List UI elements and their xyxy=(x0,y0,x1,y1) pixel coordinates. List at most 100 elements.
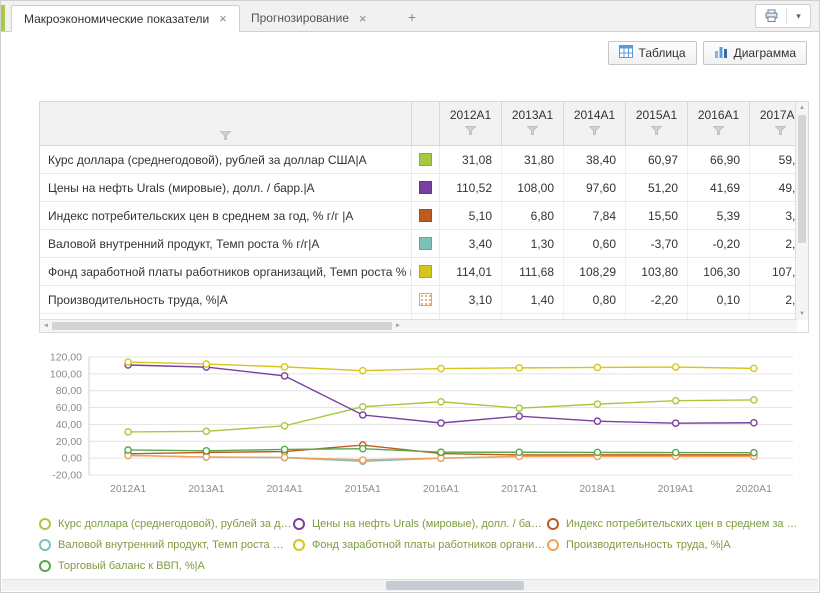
row-label-cell[interactable]: Валовой внутренний продукт, Темп роста %… xyxy=(40,230,412,257)
data-point-marker xyxy=(125,429,131,435)
tab-close-icon[interactable]: × xyxy=(219,12,227,25)
value-cell[interactable]: 38,40 xyxy=(564,146,626,173)
legend-item[interactable]: Индекс потребительских цен в среднем за … xyxy=(547,513,801,534)
value-cell[interactable]: 31,08 xyxy=(440,146,502,173)
value-cell[interactable]: 108,29 xyxy=(564,258,626,285)
table-header-row: 2012A12013A12014A12015A1 2016A1 2017A1 xyxy=(40,102,797,146)
value-cell[interactable]: 108,00 xyxy=(502,174,564,201)
tab-macro-indicators[interactable]: Макроэкономические показатели × xyxy=(11,5,240,32)
print-button[interactable]: ▾ xyxy=(755,4,811,28)
legend-item[interactable]: Торговый баланс к ВВП, %|А xyxy=(39,555,293,576)
value-cell[interactable]: 0,80 xyxy=(564,286,626,313)
column-header[interactable]: 2014A1 xyxy=(564,102,626,146)
row-label-cell[interactable]: Индекс потребительских цен в среднем за … xyxy=(40,202,412,229)
column-header-label: 2016A1 xyxy=(698,102,739,122)
data-point-marker xyxy=(673,420,679,426)
value-cell[interactable]: 5,10 xyxy=(440,202,502,229)
legend-item[interactable]: Валовой внутренний продукт, Темп роста %… xyxy=(39,534,293,555)
scroll-right-icon[interactable]: ► xyxy=(392,323,404,329)
column-header[interactable]: 2017A1 xyxy=(750,102,797,146)
scrollbar-thumb[interactable] xyxy=(386,581,525,590)
y-tick-label: 80,00 xyxy=(56,385,82,397)
tab-close-icon[interactable]: × xyxy=(359,12,367,25)
series-color-cell xyxy=(412,174,440,201)
value-cell[interactable]: 66,90 xyxy=(688,146,750,173)
table-row: Фонд заработной платы работников организ… xyxy=(40,258,797,286)
legend-label: Производительность труда, %|А xyxy=(566,539,731,551)
data-point-marker xyxy=(594,449,600,455)
filter-icon[interactable] xyxy=(527,126,538,135)
filter-icon[interactable] xyxy=(589,126,600,135)
value-cell[interactable]: 103,80 xyxy=(626,258,688,285)
legend-item[interactable]: Курс доллара (среднегодовой), рублей за … xyxy=(39,513,293,534)
value-cell[interactable]: 3,8 xyxy=(750,202,797,229)
value-cell[interactable]: 41,69 xyxy=(688,174,750,201)
value-cell[interactable]: 15,50 xyxy=(626,202,688,229)
value-cell[interactable]: 114,01 xyxy=(440,258,502,285)
value-cell[interactable]: 31,80 xyxy=(502,146,564,173)
value-cell[interactable]: 60,97 xyxy=(626,146,688,173)
filter-icon[interactable] xyxy=(220,131,231,140)
value-cell[interactable]: 97,60 xyxy=(564,174,626,201)
legend-item[interactable]: Производительность труда, %|А xyxy=(547,534,801,555)
value-cell[interactable]: 2,1 xyxy=(750,230,797,257)
scroll-up-icon[interactable]: ▲ xyxy=(796,102,808,114)
data-point-marker xyxy=(751,420,757,426)
scroll-down-icon[interactable]: ▼ xyxy=(796,308,808,320)
tab-forecasting[interactable]: Прогнозирование × xyxy=(239,5,379,31)
legend-item[interactable]: Цены на нефть Urals (мировые), долл. / б… xyxy=(293,513,547,534)
data-point-marker xyxy=(516,365,522,371)
filter-icon[interactable] xyxy=(465,126,476,135)
value-cell[interactable]: 3,40 xyxy=(440,230,502,257)
table-row: Курс доллара (среднегодовой), рублей за … xyxy=(40,146,797,174)
row-label-cell[interactable]: Цены на нефть Urals (мировые), долл. / б… xyxy=(40,174,412,201)
row-label-cell[interactable]: Производительность труда, %|А xyxy=(40,286,412,313)
column-header-indicator[interactable] xyxy=(40,102,412,146)
legend-item[interactable]: Фонд заработной платы работников организ… xyxy=(293,534,547,555)
table-vertical-scrollbar[interactable]: ▲ ▼ xyxy=(795,102,808,320)
tab-label: Прогнозирование xyxy=(251,11,349,25)
value-cell[interactable]: 106,30 xyxy=(688,258,750,285)
value-cell[interactable]: -0,20 xyxy=(688,230,750,257)
column-header[interactable]: 2012A1 xyxy=(440,102,502,146)
x-tick-label: 2012A1 xyxy=(110,483,146,495)
value-cell[interactable]: 0,10 xyxy=(688,286,750,313)
column-header[interactable]: 2013A1 xyxy=(502,102,564,146)
new-tab-button[interactable]: + xyxy=(401,7,423,27)
scrollbar-thumb[interactable] xyxy=(798,115,806,243)
legend-marker-icon xyxy=(547,539,559,551)
scroll-left-icon[interactable]: ◄ xyxy=(40,323,52,329)
row-label-cell[interactable]: Курс доллара (среднегодовой), рублей за … xyxy=(40,146,412,173)
value-cell[interactable]: 5,39 xyxy=(688,202,750,229)
value-cell[interactable]: 49,8 xyxy=(750,174,797,201)
scrollbar-thumb[interactable] xyxy=(52,322,392,330)
column-header[interactable]: 2015A1 xyxy=(626,102,688,146)
column-header-label: 2017A1 xyxy=(760,102,797,122)
value-cell[interactable]: 111,68 xyxy=(502,258,564,285)
filter-icon[interactable] xyxy=(651,126,662,135)
chart-view-button[interactable]: Диаграмма xyxy=(703,41,807,65)
value-cell[interactable]: 51,20 xyxy=(626,174,688,201)
filter-icon[interactable] xyxy=(775,126,786,135)
value-cell[interactable]: 6,80 xyxy=(502,202,564,229)
row-label-cell[interactable]: Фонд заработной платы работников организ… xyxy=(40,258,412,285)
value-cell[interactable]: 59,3 xyxy=(750,146,797,173)
value-cell[interactable]: 7,84 xyxy=(564,202,626,229)
value-cell[interactable]: -3,70 xyxy=(626,230,688,257)
value-cell[interactable]: 107,1 xyxy=(750,258,797,285)
data-point-marker xyxy=(673,398,679,404)
value-cell[interactable]: 1,40 xyxy=(502,286,564,313)
window-horizontal-scrollbar[interactable] xyxy=(2,579,818,591)
filter-icon[interactable] xyxy=(713,126,724,135)
value-cell[interactable]: 2,0 xyxy=(750,286,797,313)
chart-legend: Курс доллара (среднегодовой), рублей за … xyxy=(39,513,811,576)
value-cell[interactable]: -2,20 xyxy=(626,286,688,313)
table-view-button[interactable]: Таблица xyxy=(608,41,697,65)
column-header[interactable]: 2016A1 xyxy=(688,102,750,146)
value-cell[interactable]: 110,52 xyxy=(440,174,502,201)
value-cell[interactable]: 1,30 xyxy=(502,230,564,257)
table-horizontal-scrollbar[interactable]: ◄ ► xyxy=(40,319,797,332)
value-cell[interactable]: 0,60 xyxy=(564,230,626,257)
data-point-marker xyxy=(594,364,600,370)
value-cell[interactable]: 3,10 xyxy=(440,286,502,313)
